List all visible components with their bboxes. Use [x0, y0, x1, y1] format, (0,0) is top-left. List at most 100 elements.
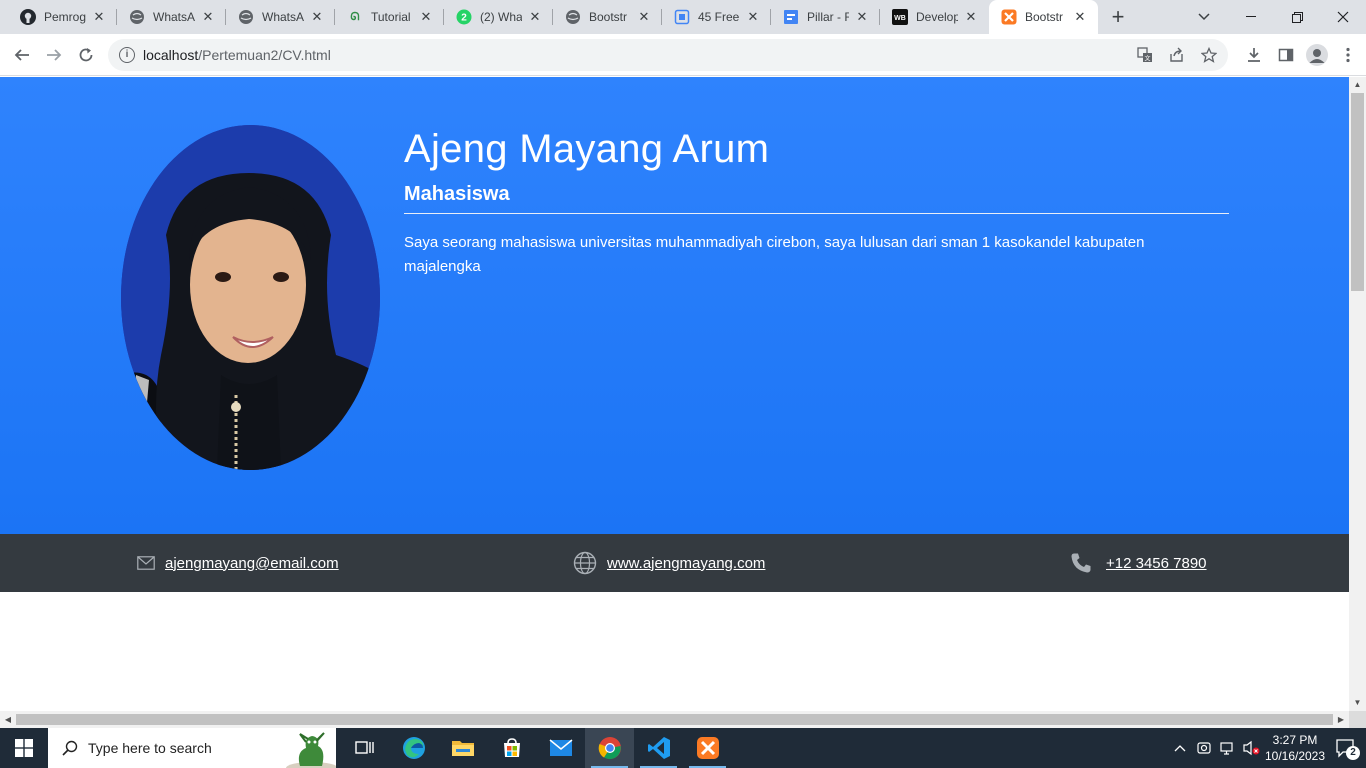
download-icon[interactable] — [1242, 42, 1266, 68]
store-icon — [503, 738, 520, 757]
clock-time: 3:27 PM — [1272, 733, 1318, 747]
side-panel-icon[interactable] — [1274, 42, 1298, 68]
bookmark-star-icon[interactable] — [1198, 45, 1220, 65]
close-window-button[interactable] — [1320, 0, 1366, 34]
dragon-illustration-icon — [286, 732, 336, 768]
meet-now-icon[interactable] — [1192, 728, 1216, 768]
tab-45-free[interactable]: 45 Free ✕ — [662, 0, 771, 34]
close-tab-icon[interactable]: ✕ — [1072, 9, 1088, 25]
tab-tutorial[interactable]: ᘏ Tutorial ✕ — [335, 0, 444, 34]
mail-icon — [549, 739, 572, 756]
scroll-right-arrow-icon[interactable]: ▶ — [1333, 711, 1349, 728]
store-app[interactable] — [487, 728, 536, 768]
browser-tab-strip: Pemrog ✕ WhatsA ✕ WhatsA ✕ ᘏ Tutorial ✕ … — [0, 0, 1366, 34]
contact-website: www.ajengmayang.com — [573, 534, 765, 592]
horizontal-scrollbar[interactable]: ◀ ▶ — [0, 711, 1349, 728]
svg-text:2: 2 — [461, 13, 467, 24]
translate-icon[interactable]: 文 — [1134, 45, 1156, 65]
close-tab-icon[interactable]: ✕ — [854, 9, 870, 25]
close-tab-icon[interactable]: ✕ — [200, 9, 216, 25]
file-explorer-app[interactable] — [438, 728, 487, 768]
email-link[interactable]: ajengmayang@email.com — [165, 555, 339, 572]
edge-app[interactable] — [389, 728, 438, 768]
close-tab-icon[interactable]: ✕ — [745, 9, 761, 25]
pillar-icon — [783, 9, 799, 25]
profile-photo — [121, 125, 380, 470]
close-tab-icon[interactable]: ✕ — [636, 9, 652, 25]
edge-icon — [402, 737, 425, 759]
tab-title: Bootstr — [1025, 10, 1064, 24]
tab-bootstrap-active[interactable]: Bootstr ✕ — [989, 0, 1098, 34]
xampp-app[interactable] — [683, 728, 732, 768]
vscode-icon — [647, 737, 670, 759]
tab-whatsapp-2[interactable]: WhatsA ✕ — [226, 0, 335, 34]
tab-pemrog[interactable]: Pemrog ✕ — [8, 0, 117, 34]
website-link[interactable]: www.ajengmayang.com — [607, 555, 765, 572]
minimize-button[interactable] — [1228, 0, 1274, 34]
gfg-icon: ᘏ — [350, 10, 360, 23]
vertical-scrollbar[interactable]: ▲ ▼ — [1349, 77, 1366, 711]
close-tab-icon[interactable]: ✕ — [418, 9, 434, 25]
notification-center-button[interactable]: 2 — [1326, 728, 1366, 768]
back-arrow-icon — [14, 49, 29, 61]
windows-logo-icon — [15, 739, 33, 757]
forward-button[interactable] — [40, 41, 68, 69]
menu-kebab-icon[interactable] — [1336, 42, 1360, 68]
cv-header: Ajeng Mayang Arum Mahasiswa Saya seorang… — [0, 77, 1349, 534]
chrome-app[interactable] — [585, 728, 634, 768]
reload-icon — [79, 48, 93, 62]
tab-whatsapp-chat[interactable]: 2 (2) Wha ✕ — [444, 0, 553, 34]
close-tab-icon[interactable]: ✕ — [309, 9, 325, 25]
windows-taskbar: Type here to search 3:27 PM 10/16/2023 2 — [0, 728, 1366, 768]
tab-whatsapp-1[interactable]: WhatsA ✕ — [117, 0, 226, 34]
address-bar[interactable]: i localhost/Pertemuan2/CV.html 文 — [108, 39, 1228, 71]
envelope-icon — [137, 556, 155, 570]
browser-toolbar: i localhost/Pertemuan2/CV.html 文 — [0, 34, 1366, 76]
system-tray: 3:27 PM 10/16/2023 2 — [1168, 728, 1366, 768]
divider — [404, 213, 1229, 214]
url-text: localhost/Pertemuan2/CV.html — [143, 47, 331, 63]
cv-bio: Saya seorang mahasiswa universitas muham… — [404, 234, 1145, 275]
tab-bootstrap-1[interactable]: Bootstr ✕ — [553, 0, 662, 34]
phone-icon — [1070, 552, 1092, 574]
start-button[interactable] — [0, 728, 48, 768]
close-tab-icon[interactable]: ✕ — [91, 9, 107, 25]
taskbar-search-box[interactable]: Type here to search — [48, 728, 336, 768]
scrollbar-corner — [1349, 711, 1366, 728]
task-view-button[interactable] — [340, 728, 389, 768]
scroll-down-arrow-icon[interactable]: ▼ — [1349, 695, 1366, 711]
network-icon[interactable] — [1216, 728, 1240, 768]
phone-link[interactable]: +12 3456 7890 — [1106, 555, 1207, 572]
tab-search-chevron-icon[interactable] — [1192, 5, 1216, 29]
restore-button[interactable] — [1274, 0, 1320, 34]
tab-title: Bootstr — [589, 10, 628, 24]
close-tab-icon[interactable]: ✕ — [527, 9, 543, 25]
tab-title: Develop — [916, 10, 958, 24]
tab-title: Pemrog — [44, 10, 86, 24]
chrome-icon — [598, 737, 621, 760]
tab-develop[interactable]: WB Develop ✕ — [880, 0, 989, 34]
back-button[interactable] — [8, 41, 36, 69]
vscode-app[interactable] — [634, 728, 683, 768]
scroll-up-arrow-icon[interactable]: ▲ — [1349, 77, 1366, 93]
forward-arrow-icon — [47, 49, 62, 61]
scroll-left-arrow-icon[interactable]: ◀ — [0, 711, 16, 728]
scrollbar-thumb[interactable] — [1351, 93, 1364, 291]
profile-avatar-icon[interactable] — [1306, 44, 1328, 66]
reload-button[interactable] — [72, 41, 100, 69]
new-tab-button[interactable]: + — [1098, 0, 1138, 34]
share-icon[interactable] — [1166, 45, 1188, 65]
mail-app[interactable] — [536, 728, 585, 768]
tab-pillar[interactable]: Pillar - F ✕ — [771, 0, 880, 34]
show-hidden-icons-chevron-icon[interactable] — [1168, 728, 1192, 768]
close-tab-icon[interactable]: ✕ — [963, 9, 979, 25]
globe-icon — [565, 9, 581, 25]
clock[interactable]: 3:27 PM 10/16/2023 — [1264, 732, 1326, 764]
notification-badge: 2 — [1346, 746, 1360, 760]
site-info-icon[interactable]: i — [119, 47, 135, 63]
volume-muted-icon[interactable] — [1240, 728, 1264, 768]
scrollbar-thumb[interactable] — [16, 714, 1333, 725]
window-controls — [1228, 0, 1366, 34]
folder-icon — [451, 741, 474, 756]
clock-date: 10/16/2023 — [1264, 749, 1326, 763]
